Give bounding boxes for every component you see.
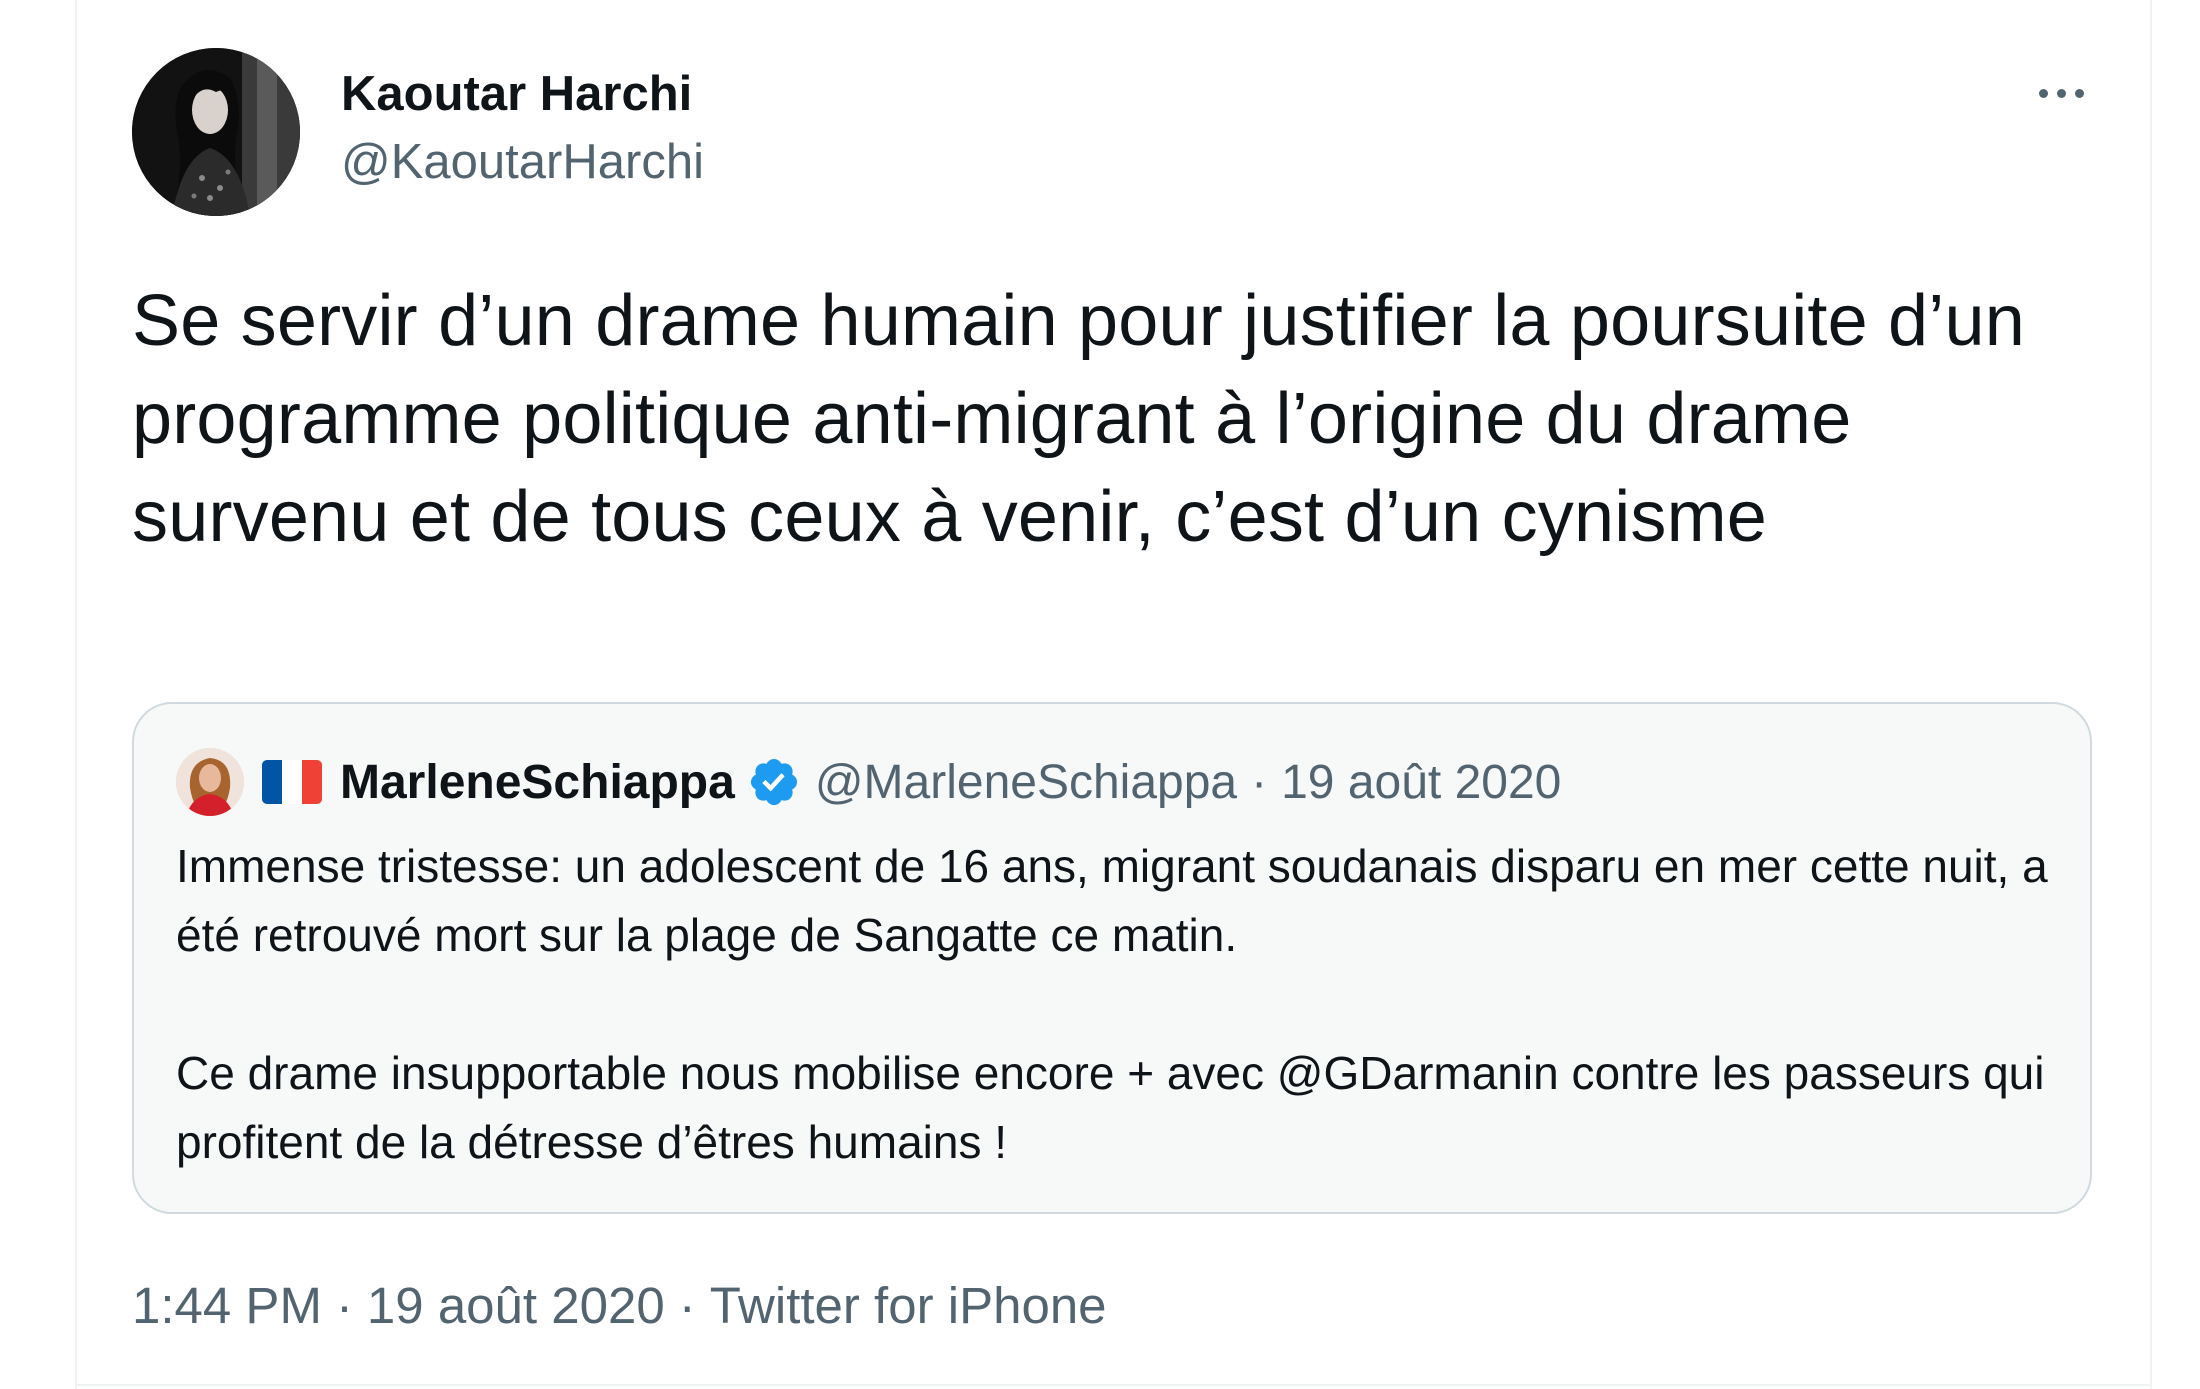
france-flag-icon [262, 760, 322, 804]
more-options-button[interactable] [2030, 68, 2092, 118]
author-handle[interactable]: @KaoutarHarchi [341, 132, 704, 192]
quoted-header-separator: · [1251, 755, 1268, 809]
tweet-metadata: 1:44 PM · 19 août 2020 · Twitter for iPhone [132, 1276, 1107, 1336]
tweet-date[interactable]: 19 août 2020 [367, 1277, 665, 1334]
flag-stripe-red [302, 760, 322, 804]
left-border [75, 0, 77, 1389]
meta-separator: · [678, 1277, 696, 1334]
quoted-tweet-header: MarleneSchiappa @MarleneSchiappa · 19 ao… [176, 746, 1561, 818]
quoted-author-handle[interactable]: @MarleneSchiappa [815, 755, 1237, 810]
bottom-divider [75, 1384, 2152, 1386]
author-name[interactable]: Kaoutar Harchi [341, 64, 692, 124]
quoted-tweet-date[interactable]: 19 août 2020 [1281, 755, 1561, 810]
quoted-author-avatar[interactable] [176, 748, 244, 816]
user-avatar-photo-icon [132, 48, 300, 216]
author-avatar[interactable] [132, 48, 300, 216]
quoted-author-name[interactable]: MarleneSchiappa [340, 755, 735, 810]
meta-separator: · [335, 1277, 353, 1334]
flag-stripe-blue [262, 760, 282, 804]
tweet-source[interactable]: Twitter for iPhone [710, 1277, 1107, 1334]
quoted-tweet-card[interactable]: MarleneSchiappa @MarleneSchiappa · 19 ao… [132, 702, 2092, 1214]
quoted-tweet-text: Immense tristesse: un adolescent de 16 a… [176, 840, 2048, 1168]
user-avatar-photo-icon [176, 748, 244, 816]
verified-badge-icon [750, 758, 797, 806]
flag-stripe-white [282, 760, 302, 804]
tweet-text: Se servir d’un drame humain pour justifi… [132, 281, 2046, 557]
right-border [2150, 0, 2152, 1389]
more-horizontal-icon [2038, 88, 2084, 98]
tweet-time[interactable]: 1:44 PM [132, 1277, 322, 1334]
